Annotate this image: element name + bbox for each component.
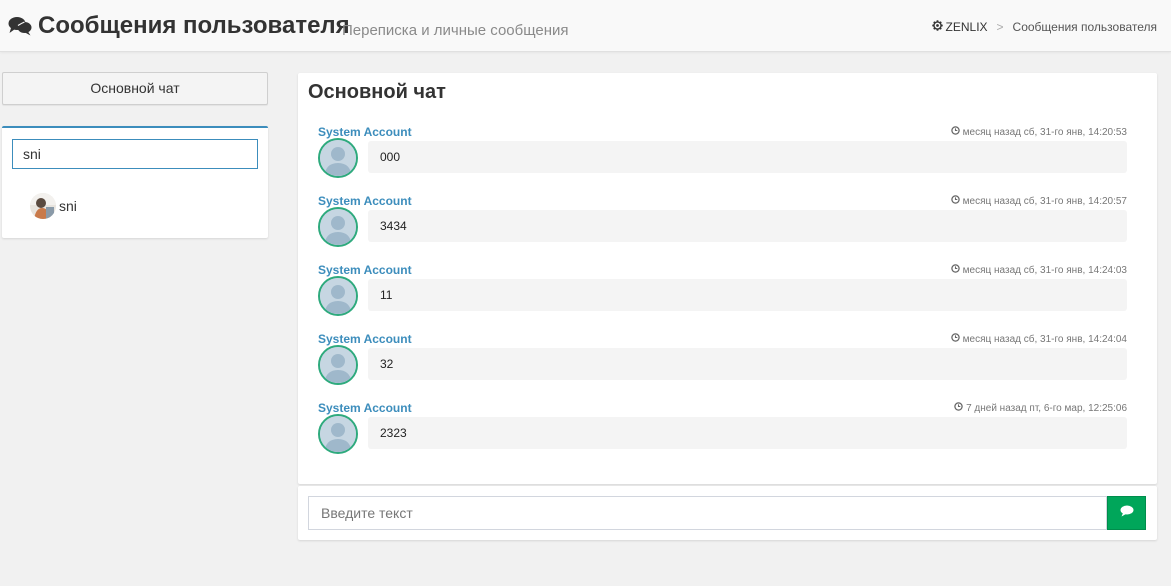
chat-message: System Account месяц назад сб, 31-го янв… [318, 263, 1127, 332]
message-avatar [318, 138, 358, 178]
message-author[interactable]: System Account [318, 332, 412, 346]
message-timestamp: месяц назад сб, 31-го янв, 14:24:03 [950, 264, 1127, 276]
user-search-panel: sni [2, 126, 268, 238]
clock-icon [954, 402, 966, 414]
message-avatar [318, 276, 358, 316]
message-author[interactable]: System Account [318, 263, 412, 277]
send-button[interactable] [1107, 496, 1146, 530]
message-avatar [318, 345, 358, 385]
chat-panel: Основной чат System Account месяц назад … [298, 73, 1157, 484]
breadcrumb-separator: > [996, 20, 1004, 34]
breadcrumb-home-link[interactable]: ZENLIX [931, 20, 988, 34]
message-text: 11 [368, 279, 1127, 311]
clock-icon [950, 126, 963, 138]
chat-message: System Account месяц назад сб, 31-го янв… [318, 125, 1127, 194]
chat-message: System Account месяц назад сб, 31-го янв… [318, 332, 1127, 401]
page-subtitle: Переписка и личные сообщения [342, 22, 569, 39]
chat-message: System Account 7 дней назад пт, 6-го мар… [318, 401, 1127, 470]
message-author[interactable]: System Account [318, 401, 412, 415]
message-text: 2323 [368, 417, 1127, 449]
gear-icon [931, 20, 946, 34]
message-timestamp: месяц назад сб, 31-го янв, 14:20:57 [950, 195, 1127, 207]
message-input[interactable] [308, 496, 1107, 530]
user-name: sni [59, 198, 77, 214]
message-author[interactable]: System Account [318, 125, 412, 139]
message-author[interactable]: System Account [318, 194, 412, 208]
comments-icon [8, 16, 32, 36]
comment-icon [1120, 504, 1134, 522]
message-avatar [318, 207, 358, 247]
message-text: 32 [368, 348, 1127, 380]
page-title: Сообщения пользователя [38, 12, 350, 39]
breadcrumb: ZENLIX > Сообщения пользователя [931, 20, 1157, 34]
user-search-input[interactable] [12, 139, 258, 169]
message-composer [298, 486, 1157, 540]
clock-icon [950, 264, 963, 276]
clock-icon [950, 333, 963, 345]
page-header: Сообщения пользователя Переписка и личны… [0, 0, 1171, 52]
breadcrumb-home-label: ZENLIX [945, 20, 988, 34]
main-chat-button[interactable]: Основной чат [2, 72, 268, 105]
message-avatar [318, 414, 358, 454]
breadcrumb-current: Сообщения пользователя [1012, 20, 1157, 34]
message-timestamp: 7 дней назад пт, 6-го мар, 12:25:06 [954, 402, 1127, 414]
message-text: 3434 [368, 210, 1127, 242]
chat-title: Основной чат [308, 81, 446, 103]
message-text: 000 [368, 141, 1127, 173]
message-timestamp: месяц назад сб, 31-го янв, 14:24:04 [950, 333, 1127, 345]
chat-message: System Account месяц назад сб, 31-го янв… [318, 194, 1127, 263]
user-list-item[interactable]: sni [30, 192, 77, 220]
user-avatar [30, 193, 56, 219]
message-timestamp: месяц назад сб, 31-го янв, 14:20:53 [950, 126, 1127, 138]
clock-icon [950, 195, 963, 207]
